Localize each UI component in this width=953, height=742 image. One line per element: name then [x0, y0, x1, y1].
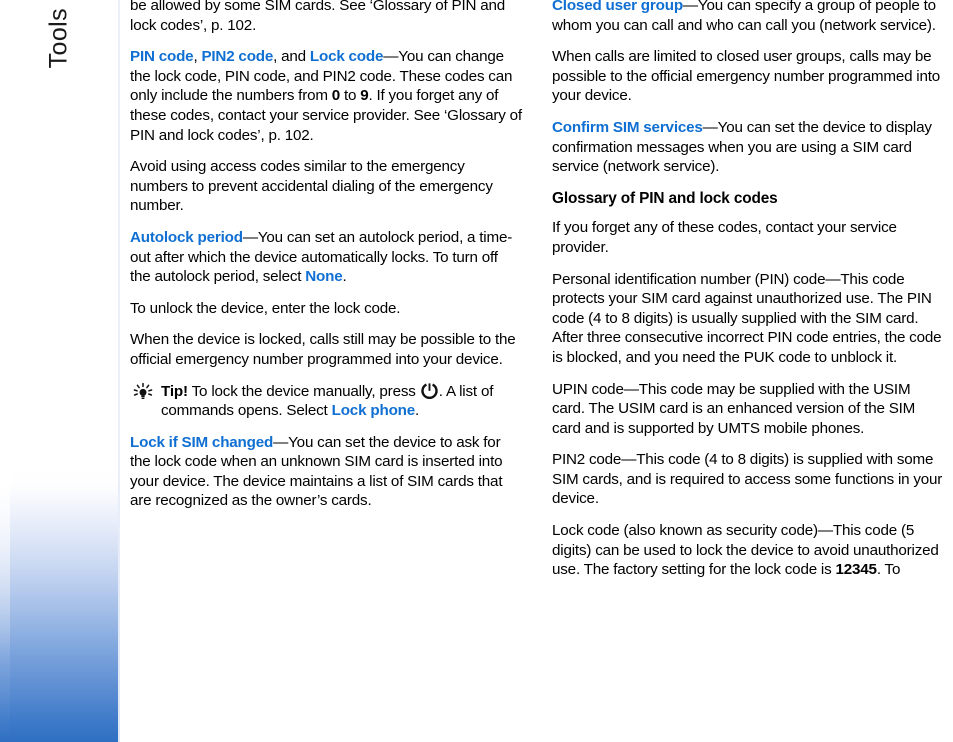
page-body: be allowed by some SIM cards. See ‘Gloss…: [130, 0, 945, 742]
right-column: Closed user group—You can specify a grou…: [552, 0, 944, 742]
tip-callout: Tip! To lock the device manually, press …: [130, 382, 522, 421]
ui-string: Closed user group: [552, 0, 683, 14]
left-column: be allowed by some SIM cards. See ‘Gloss…: [130, 0, 522, 742]
paragraph-locked-emergency: When the device is locked, calls still m…: [130, 331, 516, 368]
ui-string: Confirm SIM services: [552, 118, 703, 136]
paragraph-closed-user-group: Closed user group—You can specify a grou…: [552, 0, 944, 35]
chapter-tab: Tools: [0, 0, 118, 130]
paragraph-autolock-period: Autolock period—You can set an autolock …: [130, 228, 513, 286]
emphasis-text: 9: [360, 87, 369, 105]
paragraph-avoid-access-codes: Avoid using access codes similar to the …: [130, 158, 493, 215]
left-column-paragraphs-after-tip: Lock if SIM changed—You can set the devi…: [130, 433, 522, 511]
paragraph-upin-code-def: UPIN code—This code may be supplied with…: [552, 380, 916, 437]
section-heading: Glossary of PIN and lock codes: [552, 189, 778, 207]
paragraph-pin2-code-def: PIN2 code—This code (4 to 8 digits) is s…: [552, 451, 943, 508]
lightbulb-icon: [132, 382, 154, 402]
paragraph-pin-codes: PIN code, PIN2 code, and Lock code—You c…: [130, 48, 522, 144]
ui-string: Lock code: [309, 48, 384, 66]
power-key-icon: [421, 382, 438, 399]
paragraph-closed-user-group-emergency: When calls are limited to closed user gr…: [552, 48, 941, 105]
ui-string: Lock if SIM changed: [130, 433, 274, 451]
tip-label: Tip!: [161, 382, 188, 400]
right-column-paragraphs-before-heading: Closed user group—You can specify a grou…: [552, 0, 944, 177]
ui-string: PIN code: [130, 48, 194, 66]
right-column-paragraphs-after-heading: If you forget any of these codes, contac…: [552, 218, 944, 580]
left-column-paragraphs: be allowed by some SIM cards. See ‘Gloss…: [130, 0, 522, 370]
paragraph-lock-code-def: Lock code (also known as security code)—…: [552, 522, 939, 579]
paragraph-pin-code-def: Personal identification number (PIN) cod…: [552, 270, 942, 366]
ui-string: Autolock period: [130, 228, 243, 246]
emphasis-text: 12345: [835, 561, 877, 579]
paragraph-confirm-sim-services: Confirm SIM services—You can set the dev…: [552, 118, 932, 176]
ui-string: PIN2 code: [201, 48, 274, 66]
sidebar-edge-line: [118, 0, 120, 742]
paragraph-lock-if-sim-changed: Lock if SIM changed—You can set the devi…: [130, 433, 503, 510]
emphasis-text: 0: [331, 87, 341, 105]
paragraph-forget-codes: If you forget any of these codes, contac…: [552, 219, 897, 256]
tip-callout-slot: Tip! To lock the device manually, press …: [130, 382, 522, 421]
manual-page: Tools 102 be allowed by some SIM cards. …: [0, 0, 953, 742]
ui-string: Lock phone: [331, 402, 416, 420]
paragraph-unlock-device: To unlock the device, enter the lock cod…: [130, 299, 401, 317]
paragraph-sim-cards-continued: be allowed by some SIM cards. See ‘Gloss…: [130, 0, 506, 34]
chapter-title: Tools: [44, 8, 73, 69]
ui-string: None: [305, 268, 343, 286]
